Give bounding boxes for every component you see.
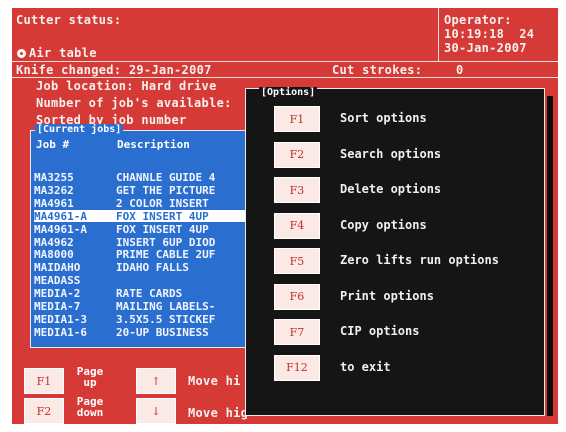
- page-down-label-line2: down: [76, 406, 104, 419]
- option-key-f4[interactable]: F4: [274, 212, 320, 239]
- job-location-text: Job location: Hard drive: [36, 79, 217, 93]
- clock-date: 30-Jan-2007: [444, 41, 527, 55]
- option-key-f6[interactable]: F6: [274, 283, 320, 310]
- job-id: MA3262: [34, 183, 74, 197]
- job-id: MA4961-A: [34, 209, 87, 223]
- job-description: CHANNLE GUIDE 4: [116, 171, 216, 184]
- job-id: MA8000: [34, 248, 74, 262]
- clock-time: 10:19:18 24: [444, 27, 535, 41]
- move-down-text: Move hig: [188, 406, 249, 420]
- option-label[interactable]: CIP options: [340, 324, 419, 338]
- description-header: Description: [117, 138, 190, 151]
- air-table-radio-icon[interactable]: [17, 49, 26, 58]
- jobs-available-text: Number of job's available:: [36, 96, 232, 110]
- job-description: FOX INSERT 4UP: [116, 222, 209, 236]
- option-key-f7[interactable]: F7: [274, 319, 320, 345]
- option-key-f1[interactable]: F1: [274, 106, 320, 132]
- job-id: MA4962: [34, 235, 74, 249]
- option-key-f3[interactable]: F3: [274, 177, 320, 203]
- move-up-key[interactable]: ↑: [136, 368, 176, 394]
- cut-strokes-value: 0: [456, 63, 464, 77]
- operator-label: Operator:: [444, 13, 512, 27]
- cutter-status-label: Cutter status:: [16, 13, 122, 27]
- job-description: INSERT 6UP DIOD: [116, 235, 216, 249]
- page-down-label: Page down: [70, 396, 110, 418]
- job-row[interactable]: MEDIA1-6 20-UP BUSINESS: [34, 325, 258, 339]
- page-down-key[interactable]: F2: [24, 398, 64, 424]
- option-label[interactable]: Delete options: [340, 182, 441, 196]
- move-down-key[interactable]: ↓: [136, 398, 176, 424]
- options-shadow: [547, 96, 553, 416]
- job-number-header: Job #: [36, 138, 70, 151]
- job-row[interactable]: MA3255 CHANNLE GUIDE 4: [34, 171, 258, 184]
- option-label[interactable]: Print options: [340, 289, 434, 303]
- job-row[interactable]: MEDIA1-3 3.5X5.5 STICKEF: [34, 312, 258, 326]
- option-label[interactable]: Copy options: [340, 218, 427, 232]
- job-row[interactable]: MA4961 2 COLOR INSERT: [34, 196, 258, 210]
- job-id: MA4961: [34, 196, 74, 210]
- option-label[interactable]: Zero lifts run options: [340, 253, 499, 267]
- options-title: [Options]: [259, 87, 318, 98]
- move-up-text: Move hi: [188, 374, 241, 388]
- job-id: MEADASS: [34, 274, 81, 288]
- job-description: 20-UP BUSINESS: [116, 325, 209, 339]
- knife-line: [12, 77, 558, 78]
- job-row[interactable]: MA8000 PRIME CABLE 2UF: [34, 248, 258, 262]
- knife-changed-text: Knife changed: 29-Jan-2007: [16, 63, 212, 77]
- option-key-f2[interactable]: F2: [274, 141, 320, 168]
- job-id: MEDIA1-3: [34, 312, 87, 326]
- job-description: FOX INSERT 4UP: [116, 209, 209, 223]
- job-row[interactable]: MA3262 GET THE PICTURE: [34, 183, 258, 197]
- job-row[interactable]: MEDIA-2 RATE CARDS: [34, 287, 258, 301]
- job-id: MA3255: [34, 171, 74, 184]
- job-description: GET THE PICTURE: [116, 183, 216, 197]
- job-id: MEDIA1-6: [34, 325, 87, 339]
- job-id: MEDIA-7: [34, 300, 81, 313]
- cut-strokes-label: Cut strokes:: [332, 63, 423, 77]
- job-row[interactable]: MEADASS: [34, 274, 258, 288]
- job-row[interactable]: MAIDAHO IDAHO FALLS: [34, 261, 258, 275]
- current-jobs-title: [Current jobs]: [35, 124, 124, 135]
- page-up-label-line2: up: [83, 376, 97, 389]
- header-divider: [438, 8, 439, 62]
- job-row[interactable]: MA4961-A FOX INSERT 4UP: [34, 209, 258, 223]
- job-row[interactable]: MA4961-A FOX INSERT 4UP: [34, 222, 258, 236]
- page-up-key[interactable]: F1: [24, 368, 64, 394]
- job-id: MAIDAHO: [34, 261, 81, 275]
- option-key-f12[interactable]: F12: [274, 354, 320, 381]
- page-up-label: Page up: [70, 366, 110, 388]
- job-description: PRIME CABLE 2UF: [116, 248, 216, 262]
- job-row[interactable]: MA4962 INSERT 6UP DIOD: [34, 235, 258, 249]
- job-description: IDAHO FALLS: [116, 261, 189, 275]
- job-description: 2 COLOR INSERT: [116, 196, 209, 210]
- option-label[interactable]: to exit: [340, 360, 391, 374]
- job-row[interactable]: MEDIA-7 MAILING LABELS-: [34, 300, 258, 313]
- current-jobs-panel[interactable]: [Current jobs] Job # Description MA3255 C…: [30, 124, 262, 348]
- job-description: RATE CARDS: [116, 287, 183, 301]
- option-label[interactable]: Search options: [340, 147, 441, 161]
- option-label[interactable]: Sort options: [340, 111, 427, 125]
- job-description: MAILING LABELS-: [116, 300, 216, 313]
- job-id: MEDIA-2: [34, 287, 81, 301]
- job-description: 3.5X5.5 STICKEF: [116, 312, 216, 326]
- header-bottom-line: [12, 61, 558, 62]
- job-id: MA4961-A: [34, 222, 87, 236]
- air-table-label[interactable]: Air table: [29, 46, 97, 60]
- option-key-f5[interactable]: F5: [274, 248, 320, 274]
